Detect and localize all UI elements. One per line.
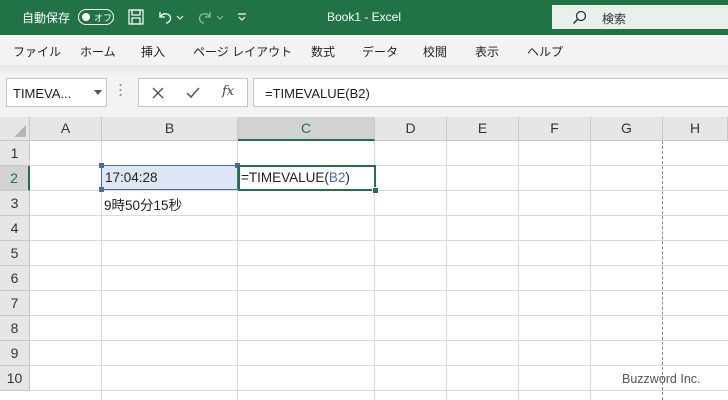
formula-input[interactable]: =TIMEVALUE(B2) — [253, 78, 728, 107]
row-header-6[interactable]: 6 — [0, 266, 30, 291]
select-all-triangle-icon — [14, 125, 26, 137]
column-header-b[interactable]: B — [102, 117, 238, 141]
fill-handle[interactable] — [372, 187, 379, 194]
gridline — [30, 390, 728, 391]
reference-corner-handle[interactable] — [99, 187, 104, 192]
column-header-g[interactable]: G — [591, 117, 663, 141]
enter-check-icon[interactable] — [185, 86, 201, 105]
row-header-7[interactable]: 7 — [0, 291, 30, 316]
page-break-line — [662, 141, 663, 400]
cell-c2-reference: B2 — [328, 170, 346, 185]
gridline — [30, 290, 728, 291]
gridline — [30, 365, 728, 366]
gridline — [518, 141, 519, 400]
worksheet-grid[interactable]: A B C D E F G H 1 2 3 4 5 6 7 8 9 10 17:… — [0, 117, 728, 400]
row-header-8[interactable]: 8 — [0, 316, 30, 341]
cell-c2[interactable]: =TIMEVALUE(B2) — [238, 165, 376, 191]
cell-c2-formula: =TIMEVALUE(B2) — [241, 170, 350, 185]
gridline — [30, 340, 728, 341]
name-box-dropdown-icon[interactable] — [94, 90, 102, 95]
tab-data[interactable]: データ — [362, 43, 398, 60]
row-header-4[interactable]: 4 — [0, 216, 30, 241]
cell-c2-formula-start: =TIMEVALUE( — [241, 170, 329, 185]
search-icon — [572, 10, 588, 31]
ribbon-collapsed-area — [0, 65, 728, 75]
cancel-icon[interactable] — [151, 86, 165, 105]
column-header-e[interactable]: E — [447, 117, 519, 141]
tab-review[interactable]: 校閲 — [423, 43, 447, 60]
row-header-2[interactable]: 2 — [0, 166, 30, 191]
insert-function-icon[interactable]: fx — [222, 84, 234, 99]
gridline — [30, 265, 728, 266]
gridline — [30, 240, 728, 241]
ribbon-tabs: ファイル ホーム 挿入 ページ レイアウト 数式 データ 校閲 表示 ヘルプ — [0, 35, 728, 65]
watermark: Buzzword Inc. — [622, 372, 701, 386]
gridline — [30, 315, 728, 316]
select-all-button[interactable] — [0, 117, 30, 141]
row-header-5[interactable]: 5 — [0, 241, 30, 266]
gridline — [30, 215, 728, 216]
column-header-h[interactable]: H — [663, 117, 728, 141]
formula-bar-resize-handle[interactable] — [119, 83, 122, 97]
cell-b2[interactable]: 17:04:28 — [101, 165, 238, 190]
column-header-a[interactable]: A — [30, 117, 102, 141]
tab-view[interactable]: 表示 — [475, 43, 499, 60]
cell-b3[interactable]: 9時50分15秒 — [104, 194, 182, 214]
row-header-9[interactable]: 9 — [0, 341, 30, 366]
tab-file[interactable]: ファイル — [13, 43, 61, 60]
row-header-10[interactable]: 10 — [0, 366, 30, 391]
tab-help[interactable]: ヘルプ — [527, 43, 563, 60]
formula-buttons: fx — [138, 78, 248, 107]
tab-page-layout[interactable]: ページ レイアウト — [193, 43, 292, 60]
gridline — [30, 190, 728, 191]
reference-corner-handle[interactable] — [99, 163, 104, 168]
row-header-3[interactable]: 3 — [0, 191, 30, 216]
row-header-1[interactable]: 1 — [0, 141, 30, 166]
tab-insert[interactable]: 挿入 — [141, 43, 165, 60]
column-header-d[interactable]: D — [375, 117, 447, 141]
cell-b2-value: 17:04:28 — [105, 170, 158, 185]
cell-c2-formula-end: ) — [345, 170, 350, 185]
search-box[interactable]: 検索 — [552, 5, 728, 29]
title-bar: 自動保存 オフ Book1 - Excel 検索 — [0, 0, 728, 35]
search-placeholder: 検索 — [602, 12, 627, 26]
gridline — [590, 141, 591, 400]
formula-bar: TIMEVA... fx =TIMEVALUE(B2) — [0, 75, 728, 117]
gridline — [446, 141, 447, 400]
tab-home[interactable]: ホーム — [80, 43, 116, 60]
column-header-c[interactable]: C — [238, 117, 375, 141]
name-box[interactable]: TIMEVA... — [6, 78, 107, 107]
formula-text: =TIMEVALUE(B2) — [265, 86, 370, 101]
column-header-f[interactable]: F — [519, 117, 591, 141]
tab-formulas[interactable]: 数式 — [311, 43, 335, 60]
name-box-value: TIMEVA... — [13, 86, 72, 101]
